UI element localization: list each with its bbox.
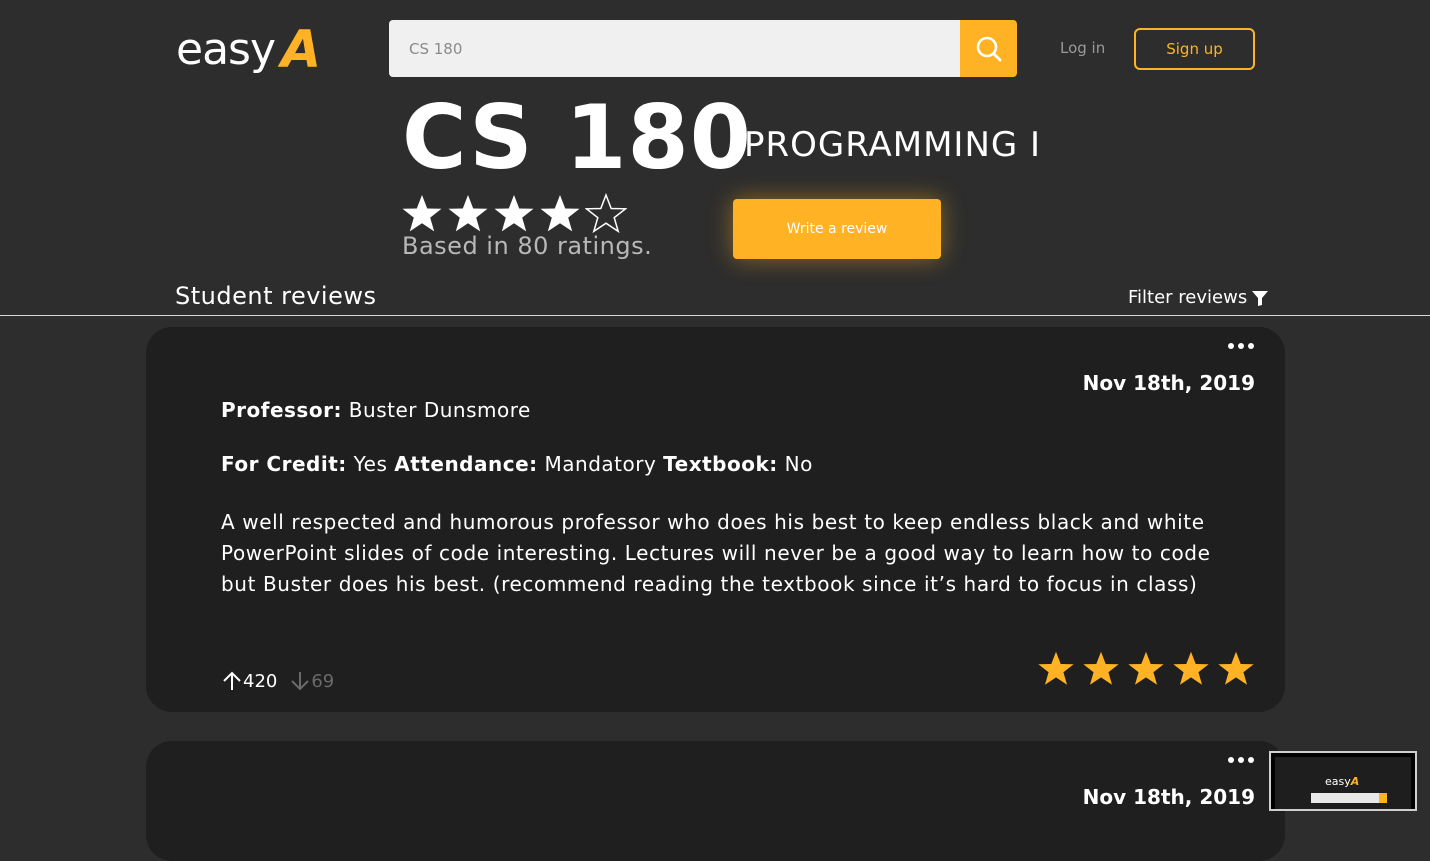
filter-reviews-button[interactable]: Filter reviews xyxy=(1128,287,1269,308)
search-icon xyxy=(976,36,1001,61)
search-button[interactable] xyxy=(960,20,1017,77)
search-input[interactable] xyxy=(389,20,960,77)
course-code: CS 180 xyxy=(402,86,752,189)
vote-controls: 420 69 xyxy=(221,670,334,692)
professor-label: Professor: xyxy=(221,398,342,422)
more-icon[interactable] xyxy=(1228,343,1254,349)
logo[interactable]: easy A xyxy=(176,18,321,78)
textbook-value: No xyxy=(784,452,813,476)
filter-icon xyxy=(1252,290,1269,306)
logo-a-letter: A xyxy=(281,20,322,80)
review-date: Nov 18th, 2019 xyxy=(1082,371,1255,395)
arrow-down-icon[interactable] xyxy=(289,670,311,692)
star-icon xyxy=(1038,651,1074,685)
thumbnail-logo: easyA xyxy=(1325,775,1360,788)
thumbnail-preview[interactable]: easyA xyxy=(1269,751,1417,811)
professor-name: Buster Dunsmore xyxy=(348,398,531,422)
upvote-count: 420 xyxy=(243,670,278,692)
star-icon xyxy=(1218,651,1254,685)
star-icon xyxy=(448,195,488,232)
star-icon xyxy=(1128,651,1164,685)
star-icon xyxy=(1173,651,1209,685)
divider xyxy=(0,315,1430,316)
filter-label: Filter reviews xyxy=(1128,287,1248,308)
ratings-count: Based in 80 ratings. xyxy=(402,232,653,260)
downvote-count: 69 xyxy=(311,670,335,692)
star-outline-icon xyxy=(585,193,627,234)
thumbnail-search-button xyxy=(1379,793,1387,803)
attendance-value: Mandatory xyxy=(544,452,657,476)
write-review-label: Write a review xyxy=(786,221,888,237)
login-link[interactable]: Log in xyxy=(1060,39,1105,57)
arrow-up-icon[interactable] xyxy=(221,670,243,692)
course-rating-stars xyxy=(401,193,627,235)
review-text: A well respected and humorous professor … xyxy=(221,510,1211,596)
professor-line: Professor: Buster Dunsmore xyxy=(221,398,531,422)
star-icon xyxy=(402,195,442,232)
credit-label: For Credit: xyxy=(221,452,347,476)
star-icon xyxy=(494,195,534,232)
review-date: Nov 18th, 2019 xyxy=(1082,785,1255,809)
review-card: Nov 18th, 2019 Professor: Buster Dunsmor… xyxy=(146,327,1285,712)
signup-button[interactable]: Sign up xyxy=(1134,28,1255,70)
details-line: For Credit: Yes Attendance: Mandatory Te… xyxy=(221,452,813,476)
section-title: Student reviews xyxy=(175,282,377,310)
signup-label: Sign up xyxy=(1166,40,1223,58)
attendance-label: Attendance: xyxy=(394,452,538,476)
write-review-button[interactable]: Write a review xyxy=(733,199,941,259)
more-icon[interactable] xyxy=(1228,757,1254,763)
search-bar xyxy=(389,20,1017,77)
logo-text: easy xyxy=(176,24,276,75)
textbook-label: Textbook: xyxy=(663,452,778,476)
credit-value: Yes xyxy=(353,452,388,476)
review-card: Nov 18th, 2019 xyxy=(146,741,1285,861)
course-name: PROGRAMMING I xyxy=(744,125,1042,165)
review-rating-stars xyxy=(1037,650,1255,688)
star-icon xyxy=(540,195,580,232)
thumbnail-search xyxy=(1311,793,1379,803)
star-icon xyxy=(1083,651,1119,685)
